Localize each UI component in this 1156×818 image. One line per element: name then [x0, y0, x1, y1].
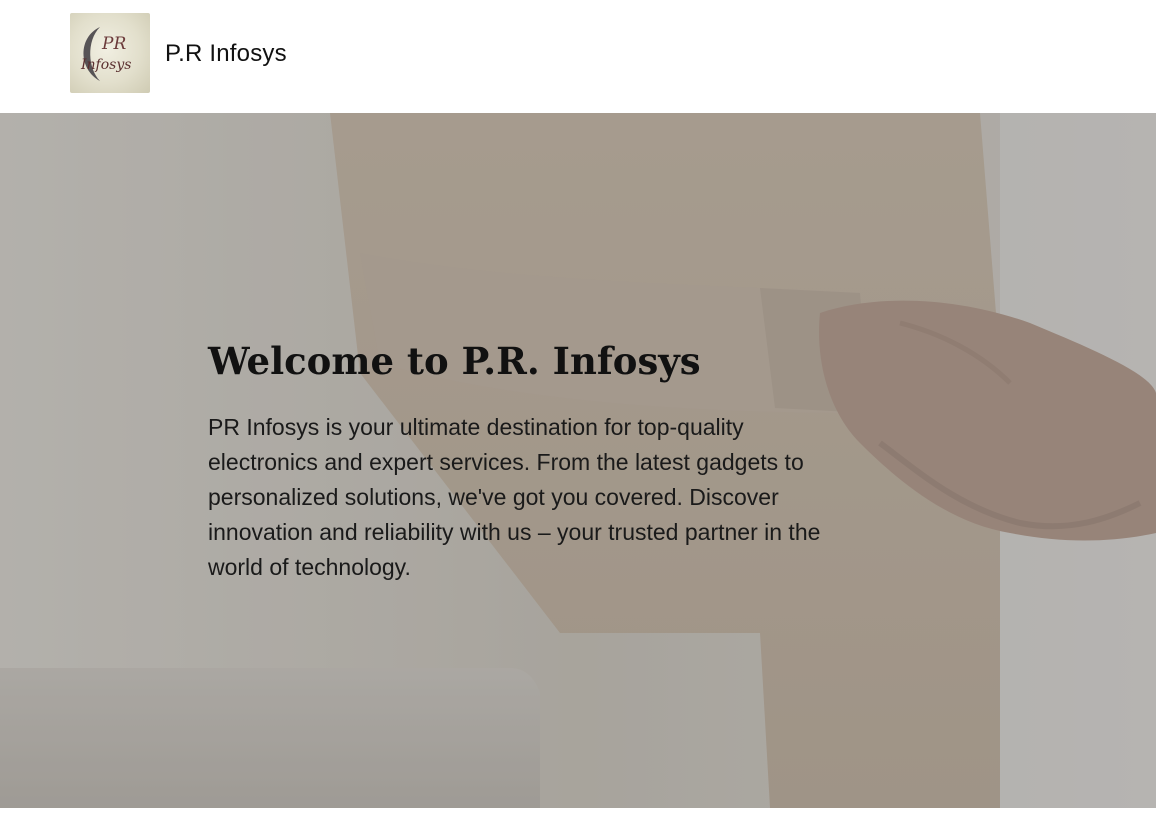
- hero-title: Welcome to P.R. Infosys: [208, 339, 701, 383]
- svg-text:Infosys: Infosys: [80, 57, 131, 73]
- svg-text:PR: PR: [101, 34, 126, 54]
- brand-logo[interactable]: PR Infosys: [70, 13, 150, 93]
- hero-description: PR Infosys is your ultimate destination …: [208, 414, 821, 580]
- site-header: PR Infosys P.R Infosys: [0, 0, 1156, 113]
- hero-content: Welcome to P.R. Infosys PR Infosys is yo…: [208, 338, 848, 585]
- brand-name[interactable]: P.R Infosys: [165, 39, 287, 69]
- hero-section: Welcome to P.R. Infosys PR Infosys is yo…: [0, 113, 1156, 808]
- logo-image: PR Infosys: [80, 27, 131, 81]
- page-bottom-strip: [0, 808, 1156, 818]
